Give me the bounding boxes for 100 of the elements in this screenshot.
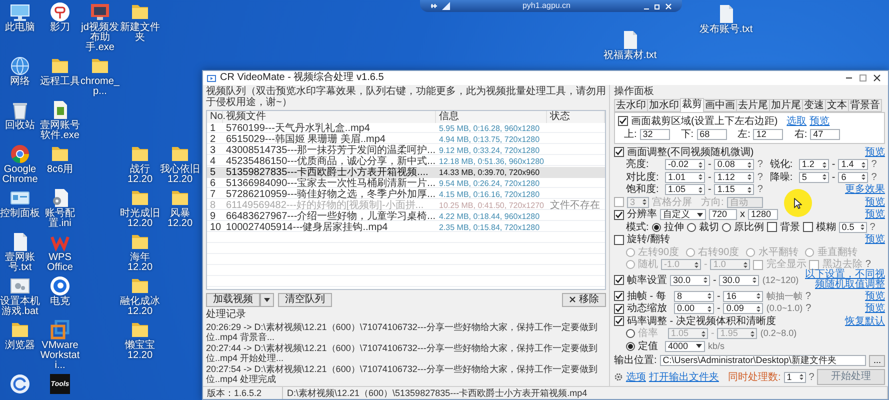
checkbox[interactable] xyxy=(614,210,624,220)
tab[interactable]: 加片尾 xyxy=(769,99,803,112)
number-field[interactable]: 68 xyxy=(696,129,727,140)
folder-icon[interactable] xyxy=(130,276,150,296)
checkbox[interactable] xyxy=(753,260,764,270)
number-field[interactable]: 32 xyxy=(640,129,670,140)
circle-logo-icon[interactable] xyxy=(10,144,30,164)
link[interactable]: 以下设置，不同视频随机取值调整 xyxy=(802,270,885,290)
close-icon[interactable] xyxy=(872,73,882,83)
tab[interactable]: 去水印 xyxy=(614,99,648,112)
link[interactable]: 预览 xyxy=(865,196,885,208)
number-field[interactable]: -0.02 xyxy=(665,159,705,170)
radio-button[interactable] xyxy=(626,342,635,351)
settings-file-icon[interactable] xyxy=(50,188,70,208)
folder-icon[interactable] xyxy=(50,144,70,164)
column-header[interactable]: 信息 xyxy=(436,111,547,123)
restore-icon[interactable] xyxy=(654,2,661,10)
clear-queue-button[interactable]: 清空队列 xyxy=(278,292,332,306)
tab[interactable]: 文本 xyxy=(825,99,849,112)
tab[interactable]: 去片尾 xyxy=(736,99,770,112)
folder-icon[interactable] xyxy=(170,188,190,208)
radio-button[interactable] xyxy=(626,260,635,270)
tab[interactable]: 画中画 xyxy=(703,99,737,112)
link[interactable]: 预览 xyxy=(865,234,885,246)
tab[interactable]: 变速 xyxy=(802,99,826,112)
folder-icon[interactable] xyxy=(90,56,110,76)
tab[interactable]: 裁剪 xyxy=(680,98,704,112)
output-path-field[interactable]: C:\Users\Administrator\Desktop\新建文件夹 xyxy=(660,355,866,366)
maximize-icon[interactable] xyxy=(858,73,868,83)
number-field[interactable]: 1.4 xyxy=(838,159,868,170)
remove-button[interactable]: 移除 xyxy=(562,292,606,306)
radio-button[interactable] xyxy=(686,248,696,257)
number-field[interactable]: 0.08 xyxy=(714,159,754,170)
link[interactable]: 预览 xyxy=(810,116,830,127)
app-icon[interactable] xyxy=(50,2,70,22)
radio-button[interactable] xyxy=(626,329,635,338)
number-field[interactable]: 16 xyxy=(723,290,764,302)
number-field[interactable]: 1.12 xyxy=(714,172,754,183)
folder-icon[interactable] xyxy=(130,144,150,164)
tab[interactable]: 背景音 xyxy=(848,99,882,112)
ring-logo-icon[interactable] xyxy=(50,276,70,296)
folder-icon[interactable] xyxy=(130,2,150,22)
globe-icon[interactable] xyxy=(10,56,30,76)
number-field[interactable]: 0.09 xyxy=(723,303,764,314)
link[interactable]: 恢复默认 xyxy=(845,316,885,327)
radio-button[interactable] xyxy=(686,222,696,232)
number-field[interactable]: 1.01 xyxy=(665,172,705,183)
checkbox[interactable] xyxy=(614,197,624,208)
number-field[interactable]: 720 xyxy=(709,209,737,220)
folder-icon[interactable] xyxy=(130,188,150,208)
load-video-button[interactable]: 加载视频 xyxy=(206,292,260,306)
folder-icon[interactable] xyxy=(130,232,150,252)
number-field[interactable]: 5 xyxy=(798,172,829,183)
radio-button[interactable] xyxy=(805,248,814,257)
trash-icon[interactable] xyxy=(10,100,30,120)
checkbox[interactable] xyxy=(614,147,624,158)
number-field[interactable]: 30.0 xyxy=(670,274,710,286)
link[interactable]: 预览 xyxy=(865,303,885,314)
dropdown[interactable]: 自定义 xyxy=(660,209,706,220)
link[interactable]: 选取 xyxy=(786,116,807,127)
column-header[interactable]: 状态 xyxy=(547,111,605,123)
folder-icon[interactable] xyxy=(170,144,190,164)
folder-icon[interactable] xyxy=(130,320,150,340)
number-field[interactable]: 1 xyxy=(784,372,806,383)
number-field[interactable]: 47 xyxy=(810,129,840,140)
checkbox[interactable] xyxy=(766,222,777,232)
gear-window-icon[interactable] xyxy=(10,276,30,296)
dropdown-button[interactable] xyxy=(260,292,274,306)
folder-icon[interactable] xyxy=(50,56,70,76)
radio-button[interactable] xyxy=(722,222,731,232)
link[interactable]: 选项 xyxy=(626,372,646,383)
link[interactable]: 更多效果 xyxy=(845,184,885,196)
checkbox[interactable] xyxy=(618,116,628,126)
number-field[interactable]: 1280 xyxy=(748,209,778,220)
tab[interactable]: 加水印 xyxy=(647,99,681,112)
checkbox[interactable] xyxy=(614,316,624,326)
radio-button[interactable] xyxy=(626,248,635,257)
number-field[interactable]: 8 xyxy=(674,290,714,302)
dropdown[interactable]: 4000 xyxy=(665,340,705,352)
monitor-icon[interactable] xyxy=(90,2,110,22)
settings-icon[interactable] xyxy=(614,372,623,382)
radio-button[interactable] xyxy=(746,248,756,257)
number-field[interactable]: 0.00 xyxy=(674,303,714,314)
number-field[interactable]: 1.15 xyxy=(714,184,754,196)
number-field[interactable]: 0.5 xyxy=(838,222,867,233)
checkbox[interactable] xyxy=(809,260,820,270)
checkbox[interactable] xyxy=(614,234,624,245)
checkbox[interactable] xyxy=(802,222,813,232)
number-field[interactable]: 30.0 xyxy=(719,274,760,286)
link[interactable]: 预览 xyxy=(865,146,885,158)
folder-icon[interactable] xyxy=(10,320,30,340)
computer-icon[interactable] xyxy=(10,2,30,22)
checkbox[interactable] xyxy=(614,291,624,302)
browse-button[interactable]: ... xyxy=(869,354,885,367)
number-field[interactable]: 1.2 xyxy=(798,159,829,170)
checkbox[interactable] xyxy=(614,304,624,314)
link[interactable]: 打开输出文件夹 xyxy=(648,372,719,383)
radio-button[interactable] xyxy=(652,222,661,232)
link[interactable]: 预览 xyxy=(865,290,885,302)
link[interactable]: 预览 xyxy=(865,209,885,220)
